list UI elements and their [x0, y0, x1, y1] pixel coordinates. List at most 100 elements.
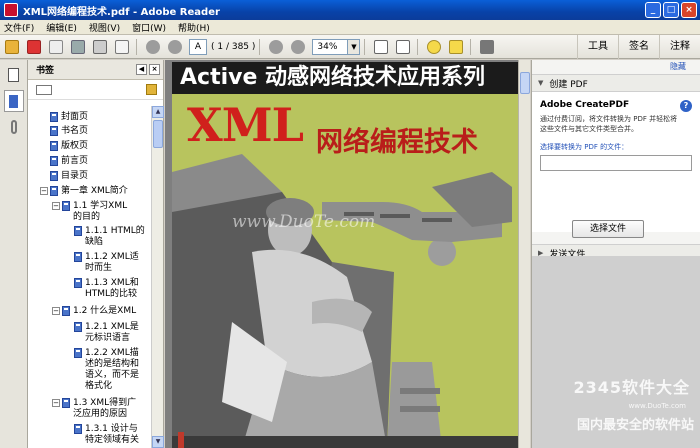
create-pdf-button[interactable] [24, 37, 44, 57]
create-pdf-section-label: 创建 PDF [549, 79, 588, 90]
bookmark-icon [74, 348, 82, 358]
bookmarks-button[interactable] [3, 90, 24, 112]
zoom-in-button[interactable] [288, 37, 308, 57]
arrow-up-icon [146, 39, 160, 54]
scroll-up-icon[interactable]: ▲ [152, 106, 164, 118]
fit-width-button[interactable] [393, 37, 413, 57]
toolbar-separator [417, 38, 419, 55]
highlight-button[interactable] [446, 37, 466, 57]
bookmark-item[interactable]: 1.1.3 XML和HTML的比较 [74, 278, 145, 300]
bookmark-item[interactable]: 1.1.2 XML适时而生 [74, 252, 145, 274]
file-input-field[interactable] [540, 155, 692, 171]
previous-page-button[interactable] [143, 37, 163, 57]
window-title: XML网络编程技术.pdf - Adobe Reader [23, 6, 220, 18]
create-pdf-section-header[interactable]: ▼ 创建 PDF [532, 74, 700, 92]
create-pdf-icon [27, 39, 41, 54]
menu-edit[interactable]: 编辑(E) [46, 21, 77, 34]
fit-page-button[interactable] [371, 37, 391, 57]
bookmark-item[interactable]: 前言页 [50, 156, 129, 167]
comment-button[interactable] [424, 37, 444, 57]
site-watermark-slogan: 国内最安全的软件站 [576, 418, 694, 433]
bookmark-item[interactable]: 目录页 [50, 171, 129, 182]
save-button[interactable] [68, 37, 88, 57]
scroll-thumb[interactable] [153, 120, 163, 148]
tab-tools[interactable]: 工具 [577, 35, 618, 59]
bookmark-item[interactable]: 1.3.1 设计与特定领域有关 [74, 424, 145, 446]
menu-bar: 文件(F) 编辑(E) 视图(V) 窗口(W) 帮助(H) [0, 20, 700, 35]
scroll-thumb[interactable] [520, 72, 530, 94]
adobe-reader-icon [4, 3, 18, 17]
close-panel-button[interactable]: × [149, 64, 160, 75]
page-thumbnail-icon [8, 68, 19, 82]
open-button[interactable] [2, 37, 22, 57]
collapse-toggle[interactable]: − [40, 187, 48, 195]
bookmarks-toolbar [28, 80, 163, 100]
close-button[interactable]: × [681, 2, 697, 18]
arrow-down-icon [168, 39, 182, 54]
pdf-page-cover: Active 动感网络技术应用系列 XML 网络编程技术 www.DuoTe.c… [172, 62, 520, 448]
bookmark-item[interactable]: 1.1.1 HTML的缺陷 [74, 226, 145, 248]
tab-sign[interactable]: 签名 [618, 35, 659, 59]
cover-illustration [172, 154, 520, 448]
collapse-toggle[interactable]: − [52, 202, 60, 210]
print-button[interactable] [90, 37, 110, 57]
tab-comment[interactable]: 注释 [659, 35, 700, 59]
minimize-button[interactable]: _ [645, 2, 661, 18]
edit-button[interactable] [46, 37, 66, 57]
page-thumbnails-button[interactable] [4, 64, 24, 86]
folder-open-icon [5, 39, 19, 54]
bookmark-item[interactable]: 版权页 [50, 141, 129, 152]
document-area[interactable]: Active 动感网络技术应用系列 XML 网络编程技术 www.DuoTe.c… [165, 60, 530, 448]
bookmark-item[interactable]: 1.2.2 XML描述的是结构和语义，而不是格式化 [74, 348, 145, 392]
fullscreen-button[interactable] [477, 37, 497, 57]
options-menu-icon[interactable] [36, 84, 52, 95]
highlighter-icon [449, 39, 464, 54]
menu-help[interactable]: 帮助(H) [178, 21, 210, 34]
zoom-dropdown[interactable]: ▼ [348, 38, 361, 55]
help-icon[interactable]: ? [680, 100, 692, 112]
plus-icon [291, 39, 306, 54]
toolbar-separator [364, 38, 366, 55]
zoom-out-button[interactable] [266, 37, 286, 57]
create-pdf-body: Adobe CreatePDF ? 通过付费订阅，将文件转换为 PDF 并轻松将… [532, 92, 700, 238]
bookmark-icon [74, 226, 82, 236]
triangle-down-icon: ▼ [538, 79, 544, 87]
fit-width-icon [396, 39, 411, 54]
bookmark-item[interactable]: 封面页 [50, 112, 129, 123]
menu-file[interactable]: 文件(F) [4, 21, 34, 34]
attachments-button[interactable] [4, 116, 24, 138]
bookmark-icon [50, 126, 58, 136]
toolbar-separator [136, 38, 137, 55]
maximize-button[interactable]: □ [663, 2, 679, 18]
toolbar: A ( 1 / 385 ) 34% ▼ 工具 签名 注释 [0, 35, 700, 59]
bookmark-settings-icon[interactable] [146, 84, 157, 95]
menu-window[interactable]: 窗口(W) [132, 21, 166, 34]
page-number-input[interactable]: A [189, 38, 207, 55]
bookmark-icon [74, 278, 82, 288]
bookmark-item[interactable]: −1.2 什么是XML [52, 306, 143, 317]
bookmark-item[interactable]: −1.3 XML得到广泛应用的原因 [52, 398, 143, 420]
choose-file-button[interactable]: 选择文件 [572, 220, 644, 238]
bookmarks-scrollbar[interactable]: ▲ ▼ [151, 106, 164, 448]
document-scrollbar[interactable] [518, 60, 530, 448]
bookmark-icon [50, 141, 58, 151]
bookmark-item[interactable]: −1.1 学习XML的目的 [52, 201, 133, 223]
site-watermark-brand: 2345软件大全 [573, 378, 690, 397]
menu-view[interactable]: 视图(V) [89, 21, 120, 34]
collapse-toggle[interactable]: − [52, 307, 60, 315]
bookmark-item[interactable]: 书名页 [50, 126, 129, 137]
bookmark-item[interactable]: − 第一章 XML简介 [40, 186, 141, 197]
hide-panel-link[interactable]: 隐藏 [532, 60, 700, 74]
pencil-icon [49, 39, 63, 54]
bookmark-item[interactable]: 1.2.1 XML是元标识语言 [74, 322, 145, 344]
bookmark-icon [50, 186, 58, 196]
zoom-input[interactable]: 34% [312, 38, 349, 55]
scroll-down-icon[interactable]: ▼ [152, 436, 164, 448]
collapse-toggle[interactable]: − [52, 399, 60, 407]
email-button[interactable] [112, 37, 132, 57]
fit-page-icon [374, 39, 389, 54]
bookmarks-title: 书签 [36, 66, 55, 76]
collapse-panel-button[interactable]: ◀ [136, 64, 147, 75]
next-page-button[interactable] [165, 37, 185, 57]
bookmark-icon [62, 306, 70, 316]
